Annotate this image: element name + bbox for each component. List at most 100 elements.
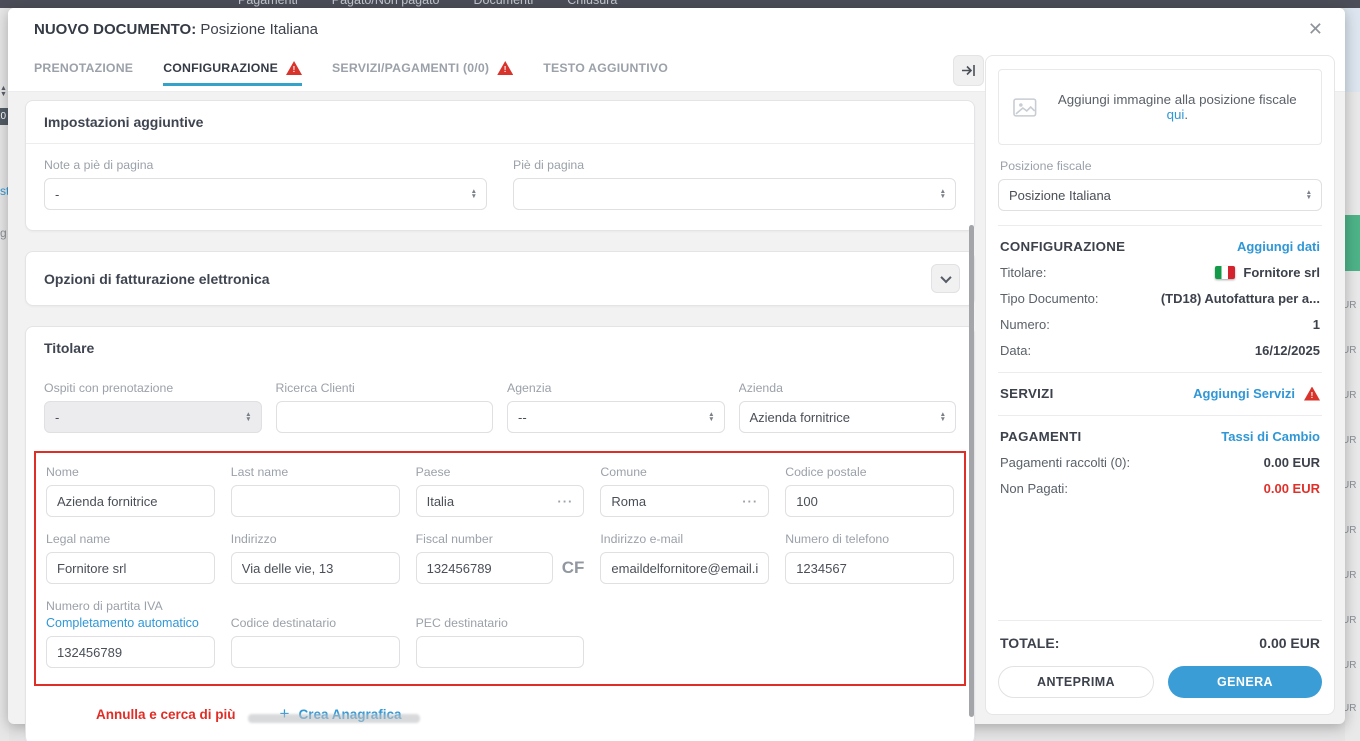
totale-value: 0.00 EUR [1259, 635, 1320, 651]
field-label: Numero di partita IVA [46, 599, 215, 613]
tab-testo-aggiuntivo[interactable]: TESTO AGGIUNTIVO [543, 61, 668, 86]
expand-section-button[interactable] [931, 264, 960, 293]
indirizzo-field: Indirizzo [231, 532, 400, 584]
configurazione-section-header: CONFIGURAZIONE Aggiungi dati [998, 226, 1322, 254]
tab-configurazione[interactable]: CONFIGURAZIONE ! [163, 61, 302, 86]
row-value: 0.00 EUR [1264, 481, 1320, 496]
select-value: Azienda fornitrice [750, 410, 850, 425]
modal-title-value: Posizione Italiana [200, 21, 318, 38]
tab-servizi-pagamenti[interactable]: SERVIZI/PAGAMENTI (0/0) ! [332, 61, 513, 86]
modal-tabs: PRENOTAZIONE CONFIGURAZIONE ! SERVIZI/PA… [34, 61, 668, 86]
nome-input[interactable] [57, 494, 204, 509]
row-label: Pagamenti raccolti (0): [1000, 455, 1130, 470]
close-icon[interactable]: ✕ [1308, 20, 1323, 38]
select-value: - [55, 410, 59, 425]
topnav-item-chiusura[interactable]: Chiusura [567, 0, 617, 7]
client-search-field: Ricerca Clienti [276, 381, 494, 433]
background-eur-fragment: UR [1345, 615, 1356, 626]
pec-destinatario-input[interactable] [427, 645, 574, 660]
sidebar-buttons: ANTEPRIMA GENERA [998, 666, 1322, 698]
titolare-filters: Ospiti con prenotazione - ▲▼ Ricerca Cli… [26, 369, 974, 445]
company-select[interactable]: Azienda fornitrice ▲▼ [739, 401, 957, 433]
fiscal-position-select[interactable]: Posizione Italiana ▲▼ [998, 179, 1322, 211]
cf-badge[interactable]: CF [562, 558, 585, 578]
paese-input[interactable] [427, 494, 558, 509]
tab-prenotazione[interactable]: PRENOTAZIONE [34, 61, 133, 86]
topnav-item-pagato-non-pagato[interactable]: Pagato/Non pagato [332, 0, 440, 7]
topnav-item-documenti[interactable]: Documenti [474, 0, 534, 7]
footer-field: Piè di pagina ▲▼ [513, 158, 956, 210]
row-label: Tipo Documento: [1000, 291, 1099, 306]
email-input[interactable] [611, 561, 758, 576]
anteprima-button[interactable]: ANTEPRIMA [998, 666, 1154, 698]
codice-destinatario-input[interactable] [242, 645, 389, 660]
warning-icon: ! [286, 61, 302, 75]
footer-select[interactable]: ▲▼ [513, 178, 956, 210]
field-label: PEC destinatario [416, 616, 585, 630]
italy-flag-icon [1215, 266, 1235, 279]
chevron-down-icon [940, 271, 951, 282]
agency-select[interactable]: -- ▲▼ [507, 401, 725, 433]
footer-note-select[interactable]: - ▲▼ [44, 178, 487, 210]
warning-icon: ! [1304, 387, 1320, 401]
guests-select[interactable]: - ▲▼ [44, 401, 262, 433]
partita-iva-field: Numero di partita IVA Completamento auto… [46, 599, 215, 668]
background-right-edge: UR UR UR UR UR UR UR UR UR UR [1345, 0, 1360, 741]
non-pagati-row: Non Pagati: 0.00 EUR [998, 481, 1322, 496]
partita-iva-input[interactable] [57, 645, 204, 660]
section-title: Titolare [26, 327, 974, 369]
paese-field: Paese ··· [416, 465, 585, 517]
pagamenti-title: PAGAMENTI [1000, 429, 1082, 444]
telefono-input[interactable] [796, 561, 943, 576]
exchange-rates-link[interactable]: Tassi di Cambio [1221, 429, 1320, 444]
client-search-input[interactable] [287, 410, 483, 425]
tab-label: PRENOTAZIONE [34, 61, 133, 75]
cancel-search-more-button[interactable]: Annulla e cerca di più [96, 707, 236, 722]
section-title: Opzioni di fatturazione elettronica [44, 271, 270, 287]
anagrafica-form-highlight: Nome Last name Paese ··· [34, 451, 966, 686]
last-name-field: Last name [231, 465, 400, 517]
add-services-link[interactable]: Aggiungi Servizi ! [1193, 386, 1320, 401]
background-eur-fragment: UR [1345, 345, 1356, 356]
row-value: 1 [1313, 317, 1320, 332]
add-data-link[interactable]: Aggiungi dati [1237, 239, 1320, 254]
document-summary-sidebar: Aggiungi immagine alla posizione fiscale… [985, 55, 1335, 715]
telefono-field: Numero di telefono [785, 532, 954, 584]
background-green-cell [1345, 215, 1360, 271]
genera-button[interactable]: GENERA [1168, 666, 1322, 698]
field-label: Legal name [46, 532, 215, 546]
more-options-icon[interactable]: ··· [557, 494, 573, 509]
background-date-fragment [248, 714, 420, 723]
numero-row: Numero: 1 [998, 317, 1322, 332]
paese-picker[interactable]: ··· [416, 485, 585, 517]
indirizzo-input[interactable] [242, 561, 389, 576]
background-eur-fragment: UR [1345, 390, 1356, 401]
tab-label: CONFIGURAZIONE [163, 61, 278, 75]
background-topnav: Pagamenti Pagato/Non pagato Documenti Ch… [0, 0, 1360, 8]
main-scrollbar[interactable] [969, 225, 974, 717]
collapse-sidebar-button[interactable] [953, 55, 984, 86]
select-arrows-icon: ▲▼ [471, 189, 477, 199]
autocomplete-link[interactable]: Completamento automatico [46, 616, 215, 630]
more-options-icon[interactable]: ··· [742, 494, 758, 509]
comune-input[interactable] [611, 494, 742, 509]
tab-label: SERVIZI/PAGAMENTI (0/0) [332, 61, 489, 75]
modal-main-content: Impostazioni aggiuntive Note a piè di pa… [25, 100, 975, 741]
row-label: Numero: [1000, 317, 1050, 332]
legal-name-input[interactable] [57, 561, 204, 576]
codice-postale-field: Codice postale [785, 465, 954, 517]
totale-row: TOTALE: 0.00 EUR [998, 620, 1322, 651]
field-label: Codice destinatario [231, 616, 400, 630]
fiscal-number-field: Fiscal number CF [416, 532, 585, 584]
comune-picker[interactable]: ··· [600, 485, 769, 517]
pagamenti-section-header: PAGAMENTI Tassi di Cambio [998, 416, 1322, 444]
field-label: Fiscal number [416, 532, 585, 546]
add-image-link[interactable]: qui [1167, 107, 1185, 122]
fiscal-position-label: Posizione fiscale [1000, 159, 1320, 173]
codice-postale-input[interactable] [796, 494, 943, 509]
topnav-item-pagamenti[interactable]: Pagamenti [238, 0, 298, 7]
fiscal-number-input[interactable] [427, 561, 542, 576]
footer-note-field: Note a piè di pagina - ▲▼ [44, 158, 487, 210]
last-name-input[interactable] [242, 494, 389, 509]
row-label: Data: [1000, 343, 1031, 358]
